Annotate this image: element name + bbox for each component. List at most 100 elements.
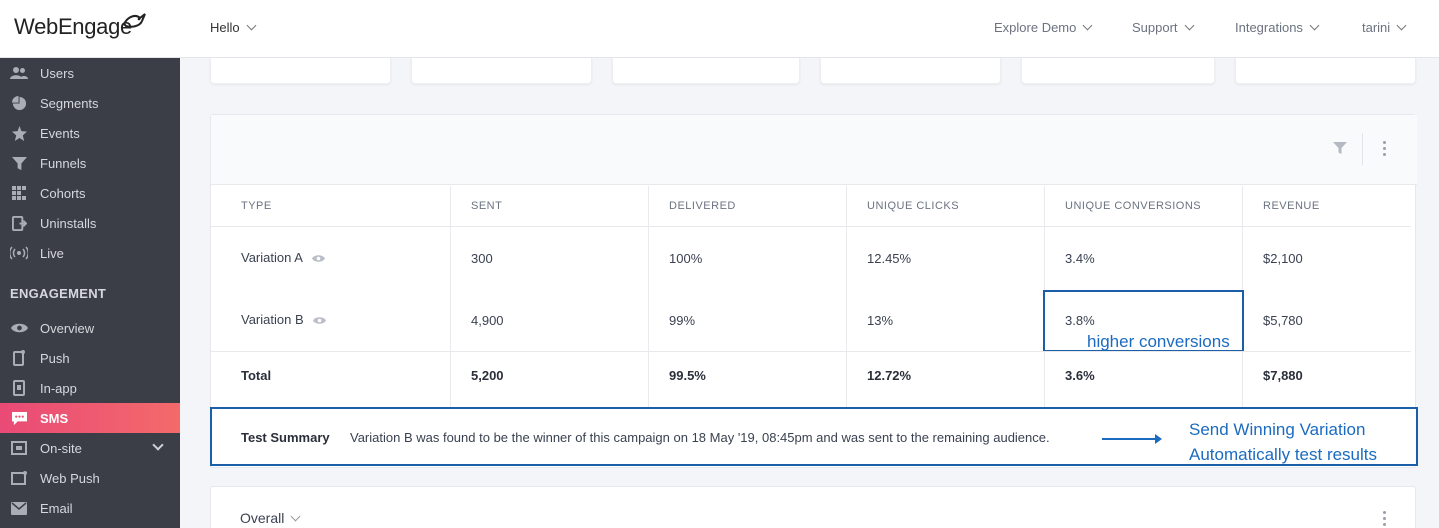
column-header-sent[interactable]: SENT bbox=[471, 200, 502, 212]
cell-revenue: $5,780 bbox=[1263, 313, 1303, 328]
sidebar-item-segments[interactable]: Segments bbox=[0, 88, 180, 118]
sidebar-item-events[interactable]: Events bbox=[0, 118, 180, 148]
test-summary-title: Test Summary bbox=[241, 430, 330, 445]
total-label: Total bbox=[241, 368, 272, 383]
nav-support[interactable]: Support bbox=[1132, 20, 1194, 35]
column-divider bbox=[450, 186, 451, 407]
sidebar-item-cohorts[interactable]: Cohorts bbox=[0, 178, 180, 208]
send-winning-callout: Send Winning Variation Automatically tes… bbox=[1189, 417, 1377, 467]
chevron-down-icon[interactable] bbox=[152, 439, 164, 451]
sidebar-item-label: Push bbox=[40, 350, 70, 366]
variation-name: Variation B bbox=[241, 312, 304, 327]
chevron-down-icon bbox=[246, 20, 257, 31]
column-divider bbox=[648, 186, 649, 407]
sidebar-item-label: SMS bbox=[40, 410, 69, 426]
cell-sent: 4,900 bbox=[471, 313, 504, 328]
users-icon bbox=[10, 65, 28, 81]
sidebar-section-heading: ENGAGEMENT bbox=[10, 286, 107, 301]
sidebar-item-label: Users bbox=[40, 65, 74, 81]
more-options-icon[interactable] bbox=[1383, 511, 1387, 526]
filter-icon[interactable] bbox=[1333, 141, 1347, 155]
header-divider bbox=[211, 226, 1411, 227]
sidebar-item-label: Funnels bbox=[40, 155, 87, 171]
test-summary: Test Summary Variation B was found to be… bbox=[210, 407, 1418, 466]
stat-card bbox=[820, 58, 1001, 84]
eye-icon bbox=[10, 320, 28, 336]
more-options-icon[interactable] bbox=[1383, 141, 1387, 156]
sidebar-item-on-site[interactable]: On-site bbox=[0, 433, 180, 463]
sidebar-item-label: Email bbox=[40, 500, 73, 516]
uninstall-icon bbox=[10, 215, 28, 231]
overall-label: Overall bbox=[240, 510, 285, 526]
divider bbox=[1362, 133, 1363, 165]
nav-label: Integrations bbox=[1235, 20, 1303, 35]
sms-icon bbox=[10, 410, 28, 426]
total-unique-conversions: 3.6% bbox=[1065, 368, 1095, 383]
table-row-variation-a-type: Variation A bbox=[241, 250, 325, 265]
column-header-delivered[interactable]: DELIVERED bbox=[669, 200, 736, 212]
sidebar-item-label: Overview bbox=[40, 320, 95, 336]
overall-dropdown[interactable]: Overall bbox=[240, 510, 301, 526]
column-header-revenue[interactable]: REVENUE bbox=[1263, 200, 1320, 212]
total-divider bbox=[211, 351, 1411, 352]
top-bar: WebEngage Hello Explore Demo Support Int… bbox=[0, 0, 1439, 58]
sidebar-item-email[interactable]: Email bbox=[0, 493, 180, 523]
sidebar-item-in-app[interactable]: In-app bbox=[0, 373, 180, 403]
cell-delivered: 100% bbox=[669, 251, 703, 266]
sidebar-item-web-push[interactable]: Web Push bbox=[0, 463, 180, 493]
eye-icon[interactable] bbox=[313, 316, 327, 325]
nav-user-menu[interactable]: tarini bbox=[1362, 20, 1407, 35]
overall-panel: Overall bbox=[210, 486, 1416, 528]
arrow-right-icon bbox=[1102, 434, 1162, 444]
sidebar-item-users[interactable]: Users bbox=[0, 58, 180, 88]
column-header-type[interactable]: TYPE bbox=[241, 200, 272, 212]
cell-unique-clicks: 13% bbox=[867, 313, 894, 328]
sidebar-item-sms[interactable]: SMS bbox=[0, 403, 180, 433]
sidebar: Users Segments Events Funnels Cohorts Un… bbox=[0, 58, 180, 528]
sidebar-item-uninstalls[interactable]: Uninstalls bbox=[0, 208, 180, 238]
test-summary-text: Variation B was found to be the winner o… bbox=[350, 430, 1050, 445]
nav-explore-demo[interactable]: Explore Demo bbox=[994, 20, 1093, 35]
nav-label: Explore Demo bbox=[994, 20, 1077, 35]
total-unique-clicks: 12.72% bbox=[867, 368, 912, 383]
logo-text: WebEngage bbox=[14, 14, 132, 39]
chevron-down-icon bbox=[1396, 20, 1407, 31]
variation-name: Variation A bbox=[241, 250, 303, 265]
sidebar-item-label: Live bbox=[40, 245, 64, 261]
sidebar-item-label: On-site bbox=[40, 440, 82, 456]
nav-label: tarini bbox=[1362, 20, 1391, 35]
table-row-variation-b-type: Variation B bbox=[241, 312, 327, 327]
sidebar-item-push[interactable]: Push bbox=[0, 343, 180, 373]
stat-card bbox=[1235, 58, 1416, 84]
nav-label: Support bbox=[1132, 20, 1178, 35]
webengage-logo[interactable]: WebEngage bbox=[14, 13, 146, 40]
sidebar-item-funnels[interactable]: Funnels bbox=[0, 148, 180, 178]
sidebar-item-overview[interactable]: Overview bbox=[0, 313, 180, 343]
on-site-icon bbox=[10, 440, 28, 456]
sidebar-item-label: Segments bbox=[40, 95, 99, 111]
total-revenue: $7,880 bbox=[1263, 368, 1303, 383]
chevron-down-icon bbox=[1309, 20, 1320, 31]
total-sent: 5,200 bbox=[471, 368, 504, 383]
nav-integrations[interactable]: Integrations bbox=[1235, 20, 1320, 35]
project-selector[interactable]: Hello bbox=[210, 20, 257, 35]
stat-card bbox=[1021, 58, 1215, 84]
chevron-down-icon bbox=[290, 511, 301, 522]
grid-icon bbox=[10, 185, 28, 201]
sidebar-item-label: Web Push bbox=[40, 470, 100, 486]
column-header-unique-conversions[interactable]: UNIQUE CONVERSIONS bbox=[1065, 200, 1201, 212]
cell-delivered: 99% bbox=[669, 313, 696, 328]
pie-chart-icon bbox=[10, 95, 28, 111]
cell-sent: 300 bbox=[471, 251, 493, 266]
eye-icon[interactable] bbox=[311, 254, 325, 263]
panel-header bbox=[211, 115, 1417, 185]
chevron-down-icon bbox=[1082, 20, 1093, 31]
in-app-icon bbox=[10, 380, 28, 396]
email-icon bbox=[10, 500, 28, 516]
web-push-icon bbox=[10, 470, 28, 486]
sidebar-item-live[interactable]: Live bbox=[0, 238, 180, 268]
column-divider bbox=[846, 186, 847, 407]
stat-card bbox=[411, 58, 592, 84]
column-header-unique-clicks[interactable]: UNIQUE CLICKS bbox=[867, 200, 959, 212]
sidebar-item-label: Cohorts bbox=[40, 185, 86, 201]
